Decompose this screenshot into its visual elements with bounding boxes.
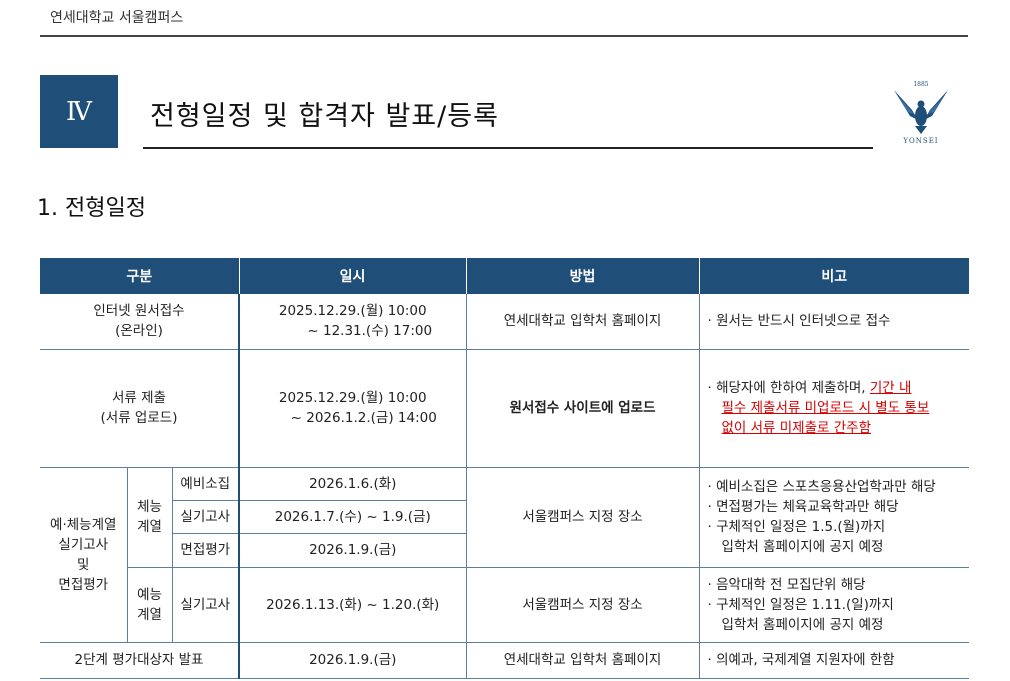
sub-label-cell: 실기고사 [172,567,240,643]
method-cell: 서울캠퍼스 지정 장소 [466,567,700,643]
category-cell: 서류 제출 (서류 업로드) [40,349,240,468]
table-row: 예능 계열 실기고사 2026.1.13.(화) ~ 1.20.(화) 서울캠퍼스… [40,567,969,643]
date-cell: 2026.1.6.(화) [239,467,467,501]
schedule-table: 구분 일시 방법 비고 인터넷 원서접수 (온라인) 2025.12.29.(월)… [40,258,969,679]
category-cell: 인터넷 원서접수 (온라인) [40,294,240,350]
header-divider [40,35,968,37]
date-cell: 2026.1.7.(수) ~ 1.9.(금) [239,500,467,534]
note-cell: · 원서는 반드시 인터넷으로 접수 [699,294,969,350]
campus-header: 연세대학교 서울캠퍼스 [50,10,184,26]
note-cell: · 음악대학 전 모집단위 해당 · 구체적인 일정은 1.11.(일)까지 입… [699,567,969,643]
method-cell: 연세대학교 입학처 홈페이지 [466,642,700,679]
table-row: 예·체능계열 실기고사 및 면접평가 체능 계열 예비소집 2026.1.6.(화) … [40,467,969,643]
date-cell: 2026.1.9.(금) [239,642,467,679]
sub-label-cell: 면접평가 [172,533,240,568]
group-sports-cell: 체능 계열 [127,467,173,568]
note-cell: · 예비소집은 스포츠응용산업학과만 해당 · 면접평가는 체육교육학과만 해당… [699,467,969,568]
table-row: 서류 제출 (서류 업로드) 2025.12.29.(월) 10:00 ~ 2026… [40,349,969,468]
category-cell: 예·체능계열 실기고사 및 면접평가 [40,467,128,643]
header-method: 방법 [466,258,700,294]
section-number-box: Ⅳ [40,75,118,148]
date-cell: 2025.12.29.(월) 10:00 ~ 2026.1.2.(금) 14:00 [239,349,467,468]
category-cell: 2단계 평가대상자 발표 [40,642,240,679]
subsection-title: 1. 전형일정 [37,196,146,221]
note-cell: · 해당자에 한하여 제출하며, 기간 내 필수 제출서류 미업로드 시 별도 … [699,349,969,468]
header-date: 일시 [239,258,467,294]
title-underline [143,147,873,149]
group-arts-cell: 예능 계열 [127,567,173,643]
warning-text: 기간 내 [869,380,912,396]
header-note: 비고 [699,258,969,294]
sub-label-cell: 예비소집 [172,467,240,501]
section-title: 전형일정 및 합격자 발표/등록 [150,101,499,132]
sub-label-cell: 실기고사 [172,500,240,534]
table-header-row: 구분 일시 방법 비고 [40,258,969,294]
table-row: 2단계 평가대상자 발표 2026.1.9.(금) 연세대학교 입학처 홈페이지… [40,642,969,679]
method-cell: 서울캠퍼스 지정 장소 [466,467,700,568]
date-cell: 2026.1.13.(화) ~ 1.20.(화) [239,567,467,643]
date-cell: 2026.1.9.(금) [239,533,467,568]
method-cell: 원서접수 사이트에 업로드 [466,349,700,468]
date-cell: 2025.12.29.(월) 10:00 ~ 12.31.(수) 17:00 [239,294,467,350]
note-cell: · 의예과, 국제계열 지원자에 한함 [699,642,969,679]
table-row: 인터넷 원서접수 (온라인) 2025.12.29.(월) 10:00 ~ 12.3… [40,294,969,350]
logo-year: 1885 [913,81,928,88]
logo-name: YONSEI [902,137,938,145]
method-cell: 연세대학교 입학처 홈페이지 [466,294,700,350]
header-category: 구분 [40,258,240,294]
yonsei-eagle-logo: 1885 YONSEI [894,81,948,145]
